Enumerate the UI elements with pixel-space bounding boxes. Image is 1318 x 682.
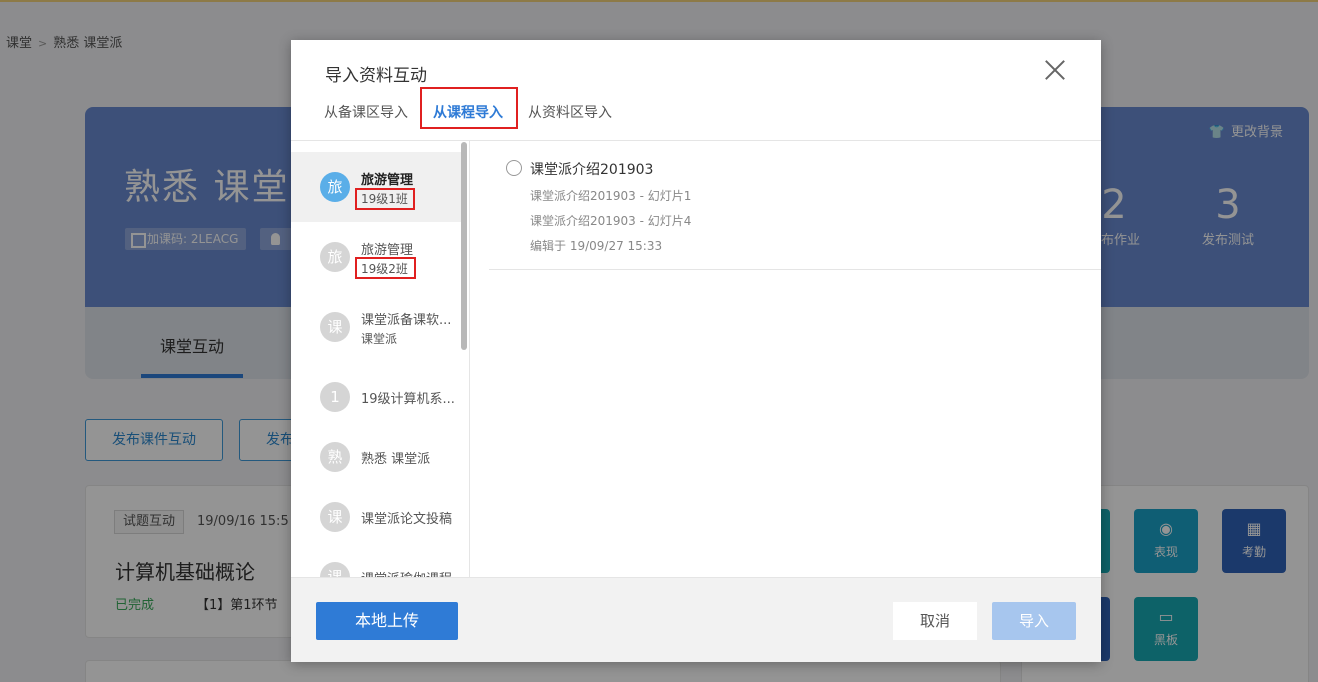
course-list: 旅 旅游管理 19级1班 旅 旅游管理 19级2班 课 课堂派备课软... 课堂… bbox=[291, 141, 470, 577]
course-avatar: 熟 bbox=[320, 442, 350, 472]
course-name: 课堂派瑜伽课程 bbox=[361, 568, 461, 577]
dialog-title: 导入资料互动 bbox=[325, 66, 427, 86]
course-avatar: 旅 bbox=[320, 172, 350, 202]
select-radio[interactable] bbox=[506, 160, 522, 176]
course-item[interactable]: 课 课堂派瑜伽课程 bbox=[291, 542, 461, 577]
course-list-scrollbar[interactable] bbox=[461, 142, 467, 350]
close-icon[interactable] bbox=[1043, 58, 1067, 82]
import-button[interactable]: 导入 bbox=[992, 602, 1076, 640]
import-dialog: 导入资料互动 从备课区导入 从课程导入 从资料区导入 旅 旅游管理 19级1班 … bbox=[291, 40, 1101, 662]
course-item[interactable]: 旅 旅游管理 19级1班 bbox=[291, 152, 461, 222]
course-avatar: 1 bbox=[320, 382, 350, 412]
highlight-box bbox=[355, 188, 415, 210]
course-name: 熟悉 课堂派 bbox=[361, 452, 431, 467]
course-avatar: 课 bbox=[320, 312, 350, 342]
item-divider bbox=[489, 269, 1101, 270]
tab-from-materials[interactable]: 从资料区导入 bbox=[528, 102, 612, 122]
material-line: 课堂派介绍201903 - 幻灯片1 bbox=[530, 189, 692, 203]
tab-from-prep[interactable]: 从备课区导入 bbox=[324, 102, 408, 122]
course-name: 课堂派备课软... bbox=[361, 313, 452, 328]
course-name: 旅游管理 bbox=[361, 173, 414, 188]
highlight-box bbox=[355, 257, 416, 279]
course-name: 旅游管理 bbox=[361, 243, 414, 258]
material-title: 课堂派介绍201903 bbox=[530, 162, 654, 178]
local-upload-button[interactable]: 本地上传 bbox=[316, 602, 458, 640]
cancel-button[interactable]: 取消 bbox=[893, 602, 977, 640]
course-avatar: 课 bbox=[320, 562, 350, 577]
material-edited-time: 编辑于 19/09/27 15:33 bbox=[530, 239, 663, 253]
course-name: 19级计算机系... bbox=[361, 392, 455, 407]
material-list bbox=[471, 141, 1101, 577]
material-line: 课堂派介绍201903 - 幻灯片4 bbox=[530, 214, 692, 228]
course-name: 课堂派论文投稿 bbox=[361, 512, 453, 527]
tab-from-course[interactable]: 从课程导入 bbox=[433, 102, 503, 122]
course-class: 课堂派 bbox=[361, 332, 398, 346]
course-avatar: 旅 bbox=[320, 242, 350, 272]
course-item[interactable]: 课 课堂派备课软... 课堂派 bbox=[291, 292, 461, 362]
course-avatar: 课 bbox=[320, 502, 350, 532]
